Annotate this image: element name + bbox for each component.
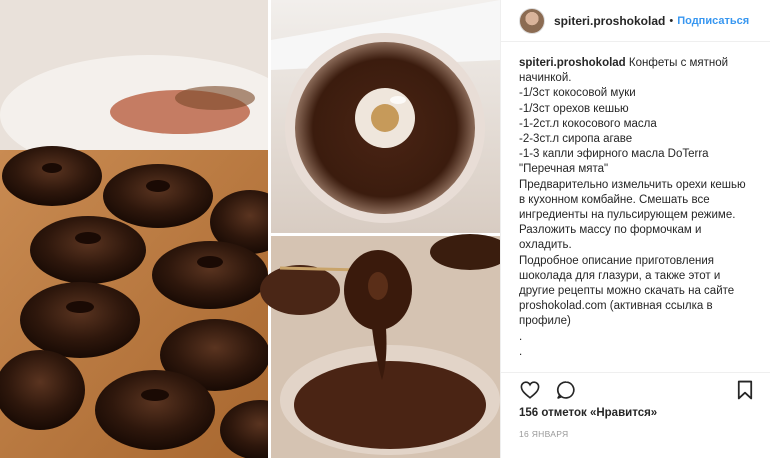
bookmark-icon[interactable] <box>734 379 756 401</box>
caption-first-line: spiteri.proshokolad Конфеты с мятной нач… <box>519 56 754 86</box>
username-link[interactable]: spiteri.proshokolad <box>554 14 665 28</box>
chocolate-collage <box>0 0 500 458</box>
separator-dot: • <box>669 14 674 27</box>
caption-username-link[interactable]: spiteri.proshokolad <box>519 57 626 69</box>
caption-line: -1/3ст орехов кешью <box>519 102 629 115</box>
avatar[interactable] <box>519 7 545 34</box>
caption-line: . <box>519 345 523 358</box>
post-caption: spiteri.proshokolad Конфеты с мятной нач… <box>501 42 770 374</box>
caption-line: . <box>519 330 523 343</box>
caption-line: -2-3ст.л сиропа агаве <box>519 133 633 146</box>
action-bar <box>501 373 770 407</box>
heart-icon[interactable] <box>519 379 541 401</box>
likes-count[interactable]: 156 отметок «Нравится» <box>501 407 770 419</box>
caption-line: -1/3ст кокосовой муки <box>519 87 636 100</box>
post-image[interactable] <box>0 0 500 458</box>
caption-line: -1-3 капли эфирного масла DoTerra "Переч… <box>519 148 712 176</box>
post-sidebar: spiteri.proshokolad • Подписаться spiter… <box>500 0 770 458</box>
caption-line: Предварительно измельчить орехи кешью в … <box>519 178 749 252</box>
post-header: spiteri.proshokolad • Подписаться <box>501 0 770 42</box>
caption-line: -1-2ст.л кокосового масла <box>519 117 657 130</box>
post-actions: 156 отметок «Нравится» 16 ЯНВАРЯ <box>501 372 770 458</box>
follow-button[interactable]: Подписаться <box>677 15 749 27</box>
comment-icon[interactable] <box>555 379 577 401</box>
caption-line: Подробное описание приготовления шоколад… <box>519 254 738 328</box>
post-date[interactable]: 16 ЯНВАРЯ <box>501 419 770 439</box>
